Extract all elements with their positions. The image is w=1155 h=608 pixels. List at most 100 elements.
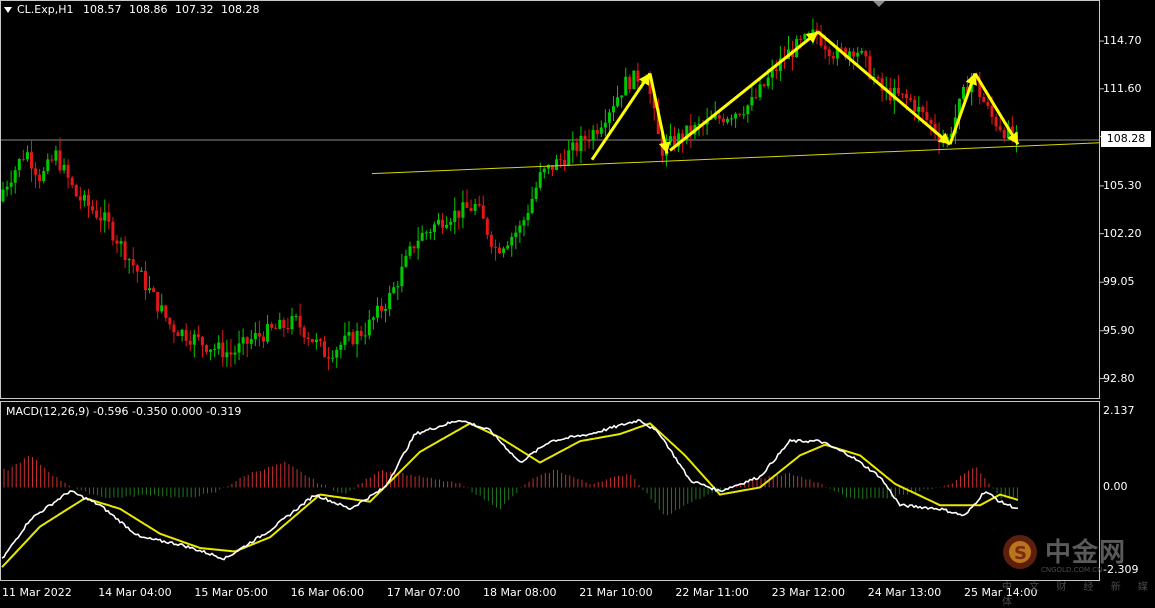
candle-body	[172, 324, 176, 333]
candle-body	[78, 196, 82, 201]
candle-body	[742, 114, 746, 116]
candle-body	[803, 34, 807, 40]
candle-body	[730, 118, 734, 120]
candle-body	[542, 168, 546, 173]
arrow-shaft	[948, 72, 977, 145]
candle-body	[261, 336, 265, 342]
candle-body	[396, 286, 400, 288]
arrow-shaft	[648, 73, 669, 154]
candle-body	[998, 126, 1002, 131]
candle-body	[721, 118, 725, 123]
candle-body	[123, 241, 127, 261]
candle-body	[522, 220, 526, 226]
candle-body	[579, 135, 583, 152]
candle-body	[152, 288, 156, 293]
candle-body	[905, 93, 909, 99]
candle-body	[278, 319, 282, 329]
date-tick-label: 17 Mar 07:00	[386, 586, 461, 599]
candle-body	[473, 204, 477, 211]
candle-body	[127, 259, 131, 261]
candle-body	[498, 247, 502, 253]
candle-body	[428, 231, 432, 233]
candle-body	[91, 206, 95, 211]
candle-body	[54, 150, 58, 161]
candle-body	[50, 159, 54, 161]
candle-body	[559, 159, 563, 161]
date-tick-label: 11 Mar 2022	[2, 586, 72, 599]
candle-body	[111, 221, 115, 241]
watermark-site: CNGOLD.COM.CN	[1041, 566, 1103, 574]
candle-body	[156, 292, 160, 312]
candle-body	[188, 340, 192, 345]
date-tick-label: 22 Mar 11:00	[675, 586, 749, 599]
watermark-brand: 中金网	[1045, 538, 1127, 568]
date-tick-label: 18 Mar 08:00	[483, 586, 557, 599]
candle-body	[380, 305, 384, 311]
price-tick-label: 99.05	[1103, 275, 1135, 289]
candle-body	[327, 357, 331, 359]
candle-body	[135, 265, 139, 272]
candle-body	[416, 240, 420, 249]
candle-body	[546, 165, 550, 169]
candle-body	[70, 177, 74, 186]
candle-body	[616, 97, 620, 107]
candle-body	[774, 69, 778, 71]
candle-body	[575, 142, 579, 152]
candle-body	[852, 51, 856, 57]
candle-body	[355, 330, 359, 345]
candle-body	[453, 210, 457, 222]
svg-text:S: S	[1014, 543, 1027, 564]
candle-body	[86, 194, 90, 207]
candle-body	[799, 39, 803, 41]
candle-body	[21, 159, 25, 161]
candle-body	[620, 95, 624, 98]
watermark-tagline: 中 文 财 经 新 媒 体	[1002, 582, 1155, 608]
candle-body	[196, 334, 200, 337]
collapse-triangle-icon[interactable]	[4, 7, 12, 13]
candle-body	[412, 246, 416, 249]
candle-body	[921, 106, 925, 113]
candle-body	[502, 248, 506, 253]
low-value: 107.32	[175, 3, 214, 16]
candle-body	[750, 97, 754, 106]
date-tick-label: 15 Mar 05:00	[194, 586, 268, 599]
candle-body	[587, 140, 591, 142]
candle-body	[331, 357, 335, 359]
candle-body	[864, 50, 868, 57]
price-tick-label: 111.60	[1103, 81, 1142, 95]
candle-body	[241, 337, 245, 344]
candle-body	[461, 202, 465, 218]
candle-body	[445, 224, 449, 228]
shift-marker-icon	[873, 1, 885, 7]
candle-body	[310, 339, 314, 343]
candle-body	[38, 174, 42, 182]
candle-body	[103, 212, 107, 221]
candle-body	[314, 339, 318, 343]
candle-body	[229, 352, 233, 355]
candle-body	[404, 255, 408, 267]
candle-body	[599, 127, 603, 134]
high-value: 108.86	[129, 3, 168, 16]
arrow-shaft	[590, 72, 652, 161]
candle-body	[286, 328, 290, 330]
date-tick-label: 21 Mar 10:00	[579, 586, 653, 599]
candle-body	[200, 336, 204, 346]
candle-body	[148, 288, 152, 291]
candle-body	[34, 168, 38, 175]
candle-body	[13, 170, 17, 183]
trading-chart[interactable]: CL.Exp,H1 108.57 108.86 107.32 108.28 MA…	[0, 0, 1155, 608]
open-value: 108.57	[83, 3, 122, 16]
candle-body	[1002, 130, 1006, 139]
candle-body	[363, 335, 367, 337]
candle-body	[143, 270, 147, 291]
current-price-tag: 108.28	[1101, 131, 1151, 147]
date-tick-label: 23 Mar 12:00	[771, 586, 846, 599]
candle-body	[900, 93, 904, 95]
candle-body	[192, 334, 196, 345]
candle-body	[913, 99, 917, 112]
candle-body	[375, 305, 379, 318]
candle-body	[917, 106, 921, 112]
candle-body	[489, 234, 493, 247]
signal-line	[1, 422, 1019, 568]
candle-body	[347, 332, 351, 336]
